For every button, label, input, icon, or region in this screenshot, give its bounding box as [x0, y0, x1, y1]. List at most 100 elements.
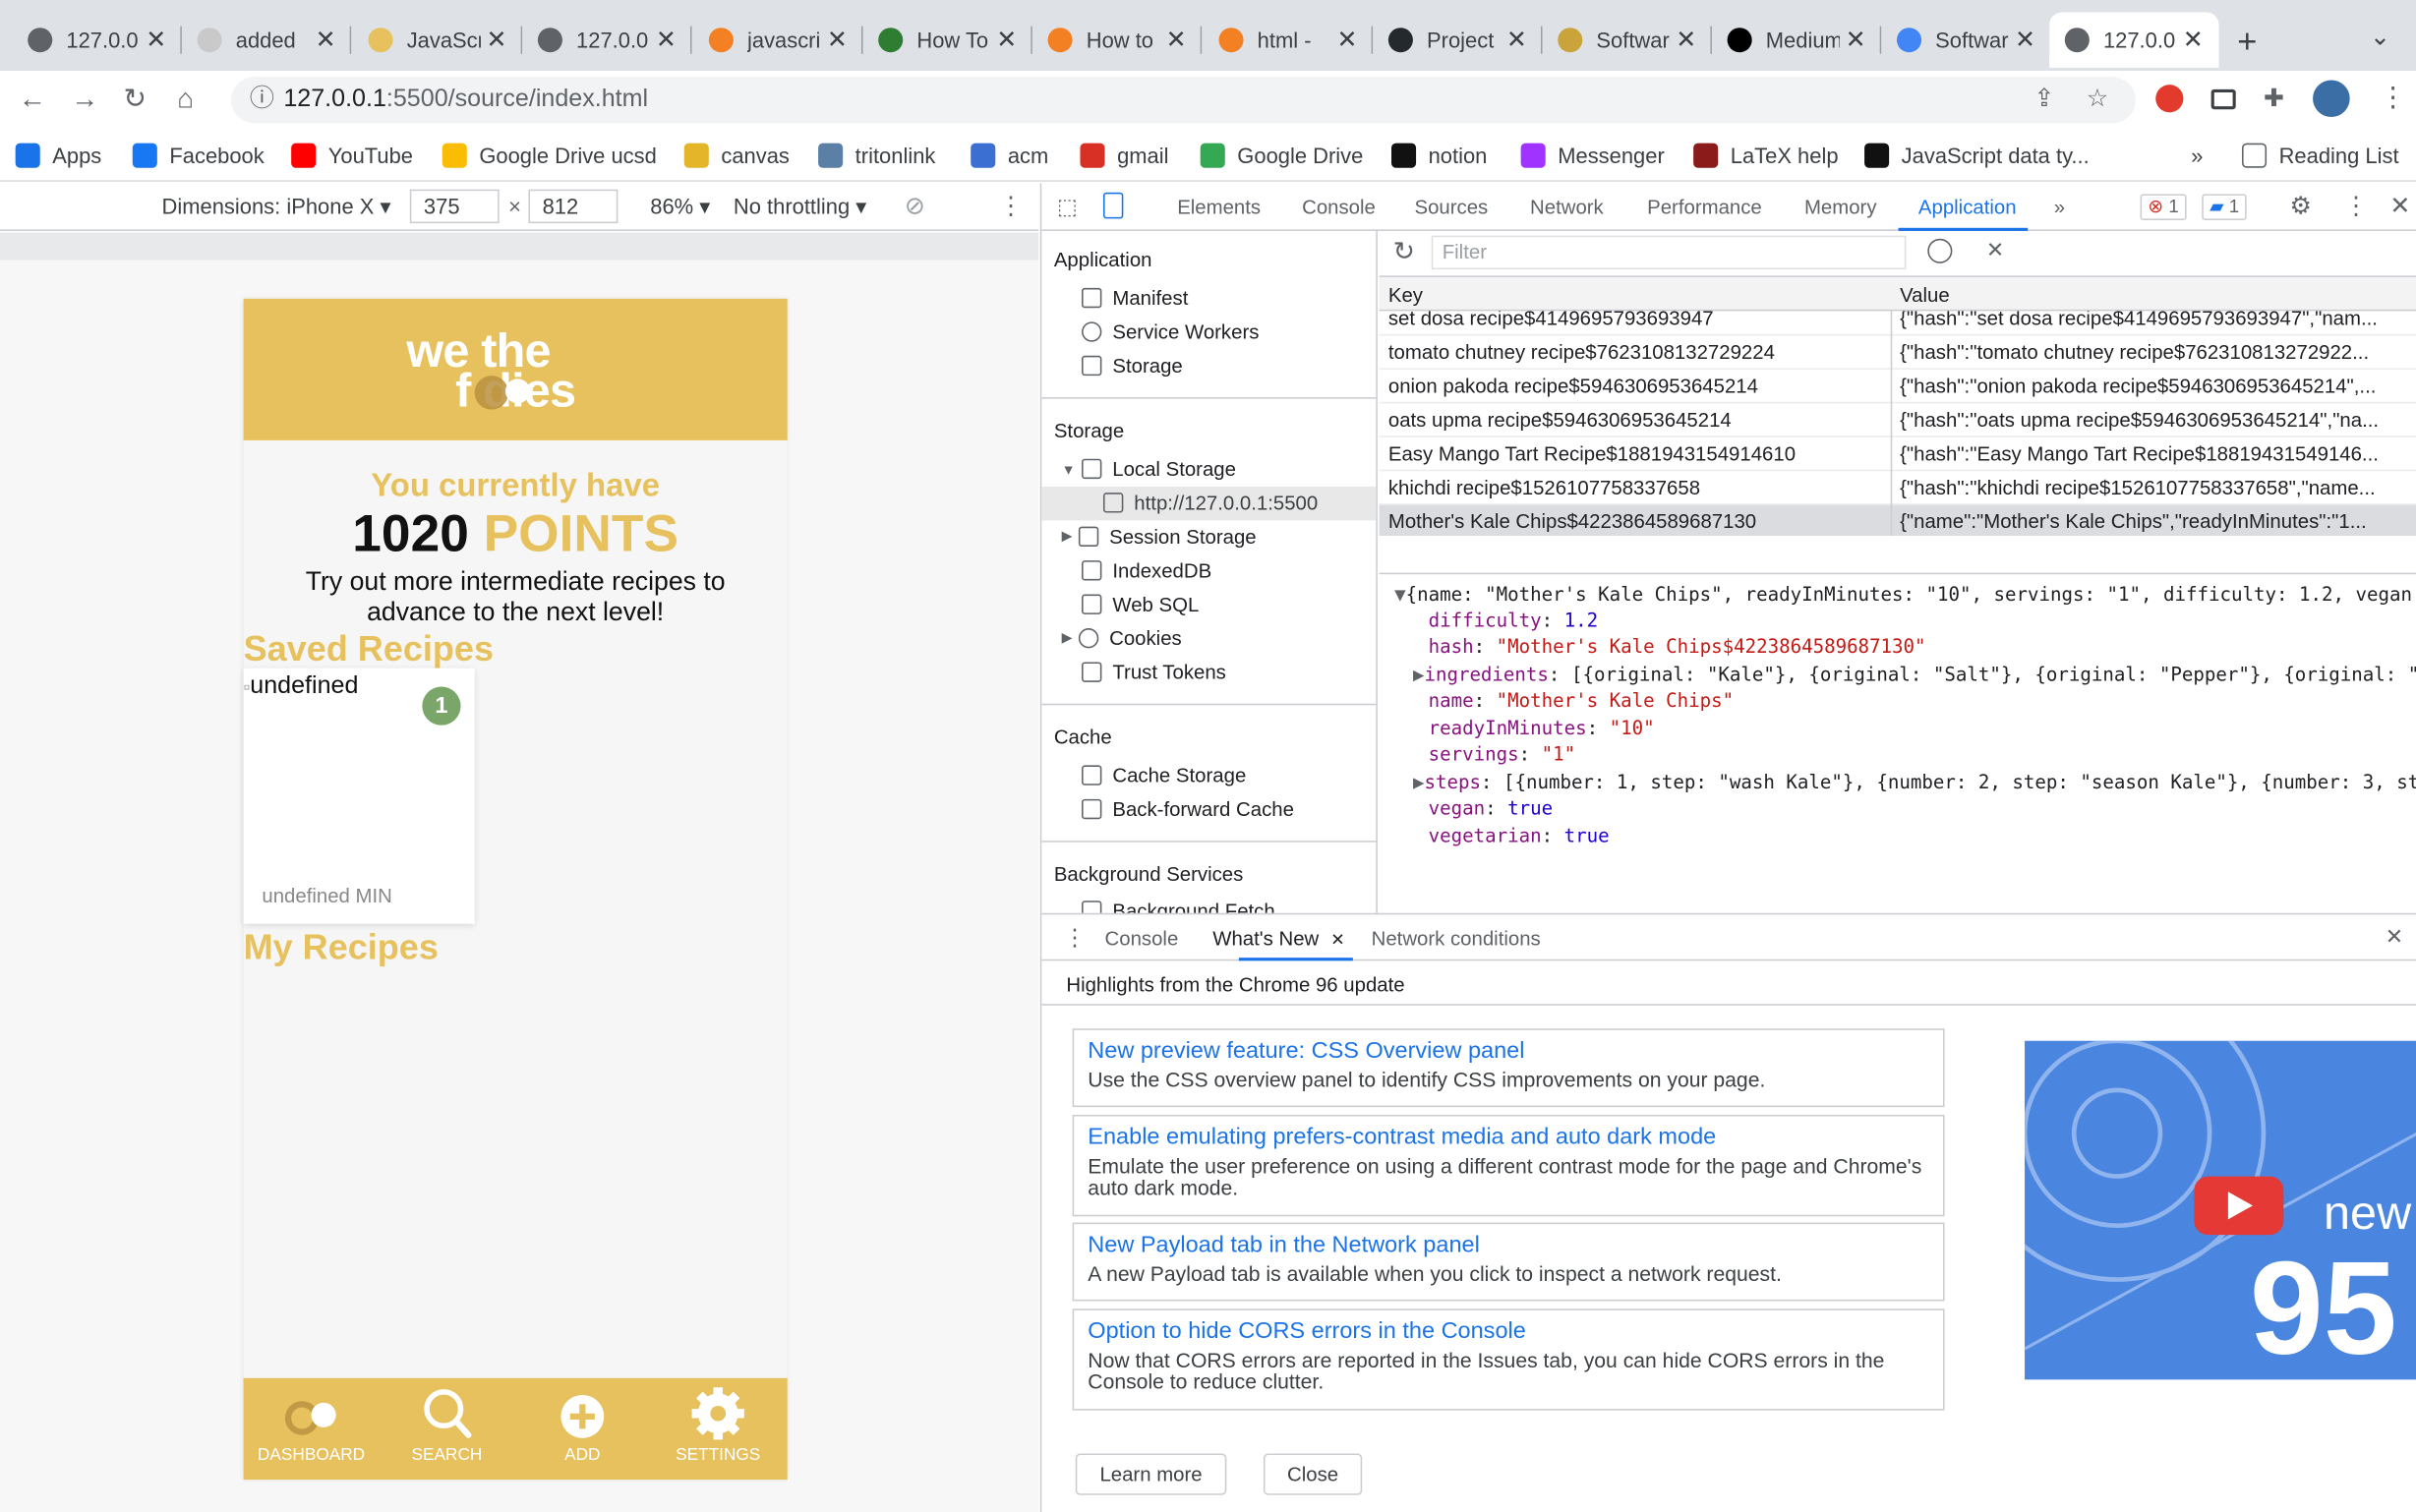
site-info-icon[interactable]: ⓘ [250, 77, 274, 123]
errors-counter[interactable]: ⊗ 1 [2140, 194, 2187, 220]
bookmark-item[interactable]: gmail [1080, 143, 1169, 168]
browser-tab[interactable]: Medium ✕ [1712, 13, 1882, 68]
drawer-menu-icon[interactable]: ⋮ [1063, 924, 1087, 952]
sidebar-item-background-fetch[interactable]: Background Fetch [1082, 900, 1275, 913]
value-column-header[interactable]: Value [1900, 283, 1950, 306]
feature-card[interactable]: New Payload tab in the Network panel A ne… [1072, 1222, 1945, 1302]
browser-tab[interactable]: html - ✕ [1204, 13, 1374, 68]
device-height-input[interactable]: 812 [528, 189, 619, 224]
bookmarks-overflow-button[interactable]: » [2191, 144, 2203, 168]
close-tab-icon[interactable]: ✕ [1166, 25, 1187, 55]
bookmark-item[interactable]: YouTube [291, 143, 413, 168]
drawer-tab-whats-new[interactable]: What's New ✕ [1212, 927, 1344, 950]
device-options-icon[interactable]: ⋮ [998, 191, 1023, 221]
preview-row[interactable]: ▶steps: [{number: 1, step: "wash Kale"},… [1413, 772, 2416, 793]
nav-settings[interactable]: SETTINGS [650, 1387, 786, 1464]
devtools-settings-gear-icon[interactable]: ⚙ [2290, 191, 2312, 221]
devtools-close-icon[interactable]: ✕ [2389, 191, 2410, 221]
feature-card[interactable]: Option to hide CORS errors in the Consol… [1072, 1308, 1945, 1411]
close-tab-icon[interactable]: ✕ [1506, 25, 1527, 55]
feature-card-title[interactable]: Option to hide CORS errors in the Consol… [1088, 1318, 1929, 1346]
bookmark-item[interactable]: LaTeX help [1693, 143, 1839, 168]
sidebar-item-session-storage[interactable]: ▶ Session Storage [1062, 525, 1257, 548]
table-row[interactable]: khichdi recipe$1526107758337658 {"hash":"… [1379, 471, 2416, 505]
refresh-icon[interactable]: ↻ [1393, 237, 1415, 267]
bookmark-item[interactable]: Apps [15, 143, 102, 168]
bookmark-item[interactable]: Messenger [1520, 143, 1665, 168]
close-button[interactable]: Close [1263, 1453, 1363, 1495]
drawer-tab-console[interactable]: Console [1105, 927, 1179, 950]
browser-tab[interactable]: 127.0.0 ✕ [522, 13, 692, 68]
preview-summary[interactable]: ▼{name: "Mother's Kale Chips", readyInMi… [1394, 584, 2416, 606]
table-row[interactable]: onion pakoda recipe$5946306953645214 {"ha… [1379, 370, 2416, 404]
browser-tab[interactable]: How To ✕ [863, 13, 1032, 68]
browser-tab[interactable]: Software✕ [1881, 13, 2051, 68]
browser-tab[interactable]: How to ✕ [1032, 13, 1203, 68]
tab-search-chevron-icon[interactable]: ⌄ [2370, 22, 2390, 52]
sidebar-item-cache-storage[interactable]: Cache Storage [1082, 764, 1246, 786]
feature-card-title[interactable]: New Payload tab in the Network panel [1088, 1232, 1929, 1259]
close-tab-icon[interactable]: ✕ [827, 25, 848, 55]
browser-tab[interactable]: added ✕ [182, 13, 352, 68]
filter-input[interactable]: Filter [1431, 235, 1907, 270]
bookmark-item[interactable]: Facebook [132, 143, 265, 168]
bookmark-item[interactable]: JavaScript data ty... [1864, 143, 2090, 168]
browser-tab[interactable]: Software✕ [1543, 13, 1712, 68]
table-row-selected[interactable]: Mother's Kale Chips$4223864589687130 {"na… [1379, 504, 2416, 537]
bookmark-item[interactable]: canvas [683, 143, 790, 168]
close-tab-icon[interactable]: ✕ [146, 25, 166, 55]
close-tab-icon[interactable]: ✕ [487, 25, 507, 55]
close-tab-icon[interactable]: ✕ [1330, 932, 1344, 951]
close-tab-icon[interactable]: ✕ [2183, 25, 2204, 55]
learn-more-button[interactable]: Learn more [1075, 1453, 1227, 1495]
sidebar-item-bfcache[interactable]: Back-forward Cache [1082, 797, 1294, 821]
bookmark-item[interactable]: notion [1391, 143, 1487, 168]
browser-tab-active[interactable]: 127.0.0 ✕ [2049, 12, 2219, 68]
feature-card-title[interactable]: Enable emulating prefers-contrast media … [1088, 1124, 1929, 1151]
bookmark-item[interactable]: tritonlink [818, 143, 935, 168]
rotate-icon[interactable]: ⊘ [905, 191, 925, 221]
inspect-element-icon[interactable]: ⬚ [1057, 194, 1078, 220]
sidebar-item-storage[interactable]: Storage [1082, 354, 1183, 378]
table-row[interactable]: Easy Mango Tart Recipe$1881943154914610 {… [1379, 437, 2416, 472]
sidebar-item-local-storage[interactable]: ▼ Local Storage [1062, 457, 1236, 480]
browser-tab[interactable]: javascript✕ [693, 13, 863, 68]
sidebar-item-local-origin[interactable]: http://127.0.0.1:5500 [1102, 492, 1318, 514]
browser-menu-icon[interactable]: ⋮ [2379, 82, 2406, 114]
media-query-ruler[interactable] [0, 232, 1039, 261]
close-tab-icon[interactable]: ✕ [996, 25, 1017, 55]
close-tab-icon[interactable]: ✕ [2015, 25, 2035, 55]
clear-all-icon[interactable] [1927, 238, 1953, 263]
messages-counter[interactable]: ▰ 1 [2202, 194, 2248, 220]
close-tab-icon[interactable]: ✕ [656, 25, 677, 55]
more-tabs-button[interactable]: » [2054, 196, 2065, 218]
drawer-close-icon[interactable]: ✕ [2386, 924, 2403, 951]
zoom-select[interactable]: 86% ▾ [650, 194, 710, 220]
close-tab-icon[interactable]: ✕ [1337, 25, 1358, 55]
close-tab-icon[interactable]: ✕ [1676, 25, 1696, 55]
browser-tab[interactable]: 127.0.0 ✕ [13, 13, 182, 68]
bookmark-star-icon[interactable]: ☆ [2087, 77, 2108, 123]
home-icon[interactable]: ⌂ [177, 84, 194, 116]
delete-selected-icon[interactable]: ✕ [1986, 237, 2004, 263]
tab-elements[interactable]: Elements [1177, 196, 1261, 218]
adblock-extension-icon[interactable] [2155, 85, 2184, 113]
reload-icon[interactable]: ↻ [123, 84, 147, 116]
recipe-card[interactable]: ▫undefined 1 undefined MIN [243, 668, 475, 924]
nav-search[interactable]: SEARCH [379, 1387, 514, 1464]
tab-sources[interactable]: Sources [1415, 196, 1489, 218]
sidebar-item-trust-tokens[interactable]: Trust Tokens [1082, 661, 1226, 683]
reading-list-button[interactable]: Reading List [2241, 143, 2399, 168]
table-row[interactable]: oats upma recipe$5946306953645214 {"hash"… [1379, 403, 2416, 437]
preview-divider[interactable] [1379, 572, 2416, 575]
device-width-input[interactable]: 375 [409, 189, 500, 224]
tab-memory[interactable]: Memory [1804, 196, 1877, 218]
media-router-icon[interactable] [2210, 88, 2236, 110]
share-icon[interactable]: ⇪ [2033, 77, 2054, 123]
whats-new-video-thumbnail[interactable]: new 95 [2025, 1040, 2416, 1380]
forward-arrow-icon[interactable]: → [71, 84, 98, 116]
tab-performance[interactable]: Performance [1647, 196, 1762, 218]
feature-card[interactable]: New preview feature: CSS Overview panel U… [1072, 1028, 1945, 1108]
tab-console[interactable]: Console [1302, 196, 1376, 218]
sidebar-item-websql[interactable]: Web SQL [1082, 593, 1199, 615]
